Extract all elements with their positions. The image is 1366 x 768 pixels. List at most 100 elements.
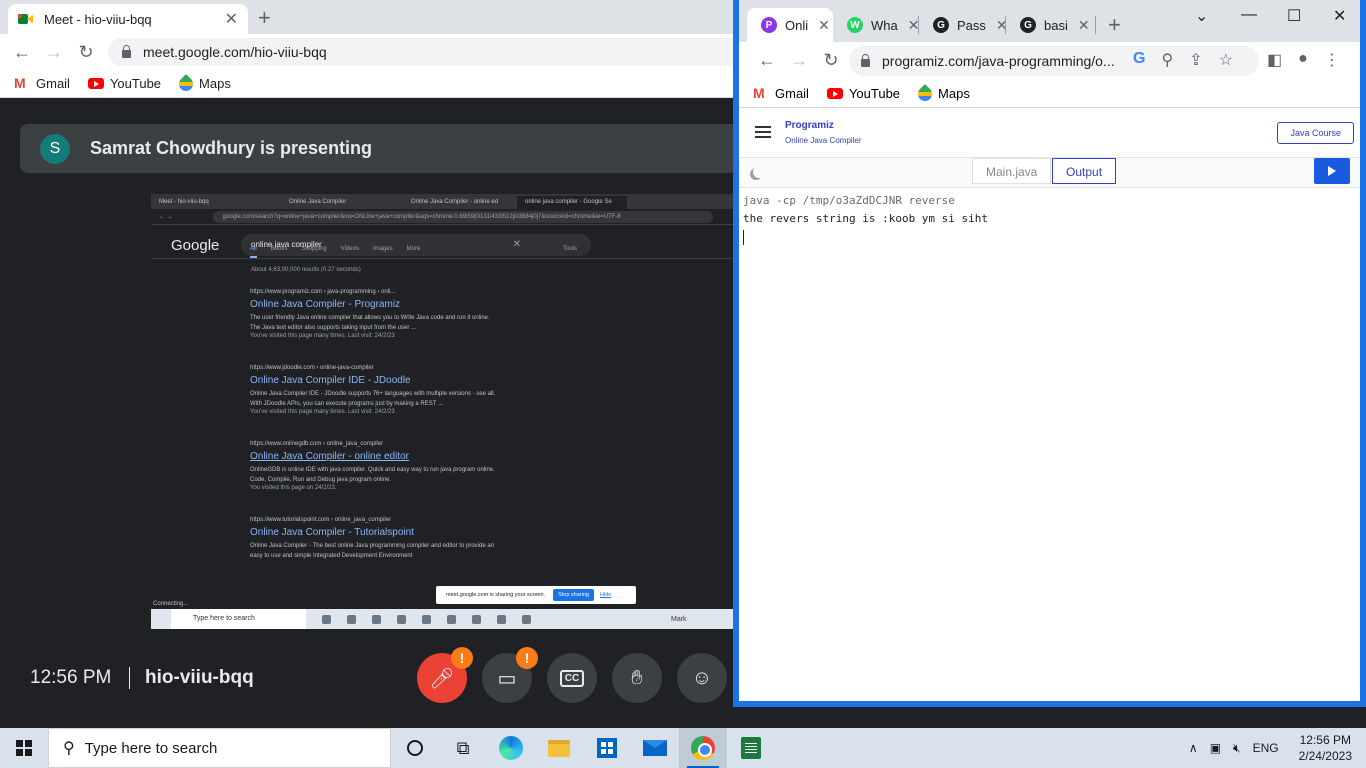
presenting-text: Samrat Chowdhury is presenting bbox=[90, 138, 373, 158]
maps-icon bbox=[176, 73, 196, 94]
file-explorer-button[interactable] bbox=[535, 728, 583, 768]
chrome-button[interactable] bbox=[679, 728, 727, 768]
bookmark-maps[interactable]: Maps bbox=[915, 83, 970, 104]
shared-tab: Meet - hio-viiu-bqq bbox=[159, 199, 209, 205]
zoom-icon[interactable]: ⚲ bbox=[1161, 50, 1173, 70]
tab-strip: P Onli ✕ W Wha ✕ G Pass ✕ G basi ✕ + ⌄ — ☐ ✕ bbox=[739, 0, 1360, 42]
run-button[interactable] bbox=[1314, 158, 1350, 184]
programiz-icon: P bbox=[761, 17, 777, 33]
share-icon[interactable]: ⇪ bbox=[1189, 50, 1202, 70]
google-logo: Google bbox=[171, 237, 220, 254]
captions-icon: CC bbox=[559, 669, 585, 687]
clear-icon: ✕ bbox=[512, 239, 521, 250]
tab-programiz[interactable]: P Onli ✕ bbox=[747, 8, 833, 42]
task-view-button[interactable]: ⧉ bbox=[439, 728, 487, 768]
network-icon[interactable]: ▣ bbox=[1210, 741, 1221, 755]
tab-github-basi[interactable]: G basi ✕ bbox=[1006, 8, 1090, 42]
language-indicator[interactable]: ENG bbox=[1253, 741, 1279, 755]
stop-sharing-button: Stop sharing bbox=[553, 589, 594, 601]
tab-github-pass[interactable]: G Pass ✕ bbox=[919, 8, 1008, 42]
bookmark-gmail[interactable]: Gmail bbox=[14, 75, 70, 92]
warning-badge: ! bbox=[451, 647, 473, 669]
hamburger-menu-icon[interactable] bbox=[755, 126, 771, 138]
toolbar: ← → ↻ meet.google.com/hio-viiu-bqq bbox=[0, 34, 733, 70]
windows-taskbar: ⚲ Type here to search ⧉ ∧ ▣ 🔇︎ ENG 12:56… bbox=[0, 728, 1366, 768]
mail-button[interactable] bbox=[631, 728, 679, 768]
bookmark-youtube[interactable]: YouTube bbox=[826, 86, 900, 101]
search-icon: ⚲ bbox=[63, 740, 75, 757]
new-tab-button[interactable]: + bbox=[1108, 12, 1121, 38]
text-cursor bbox=[743, 230, 744, 245]
tab-strip: Meet - hio-viiu-bqq ✕ + bbox=[0, 0, 733, 34]
lock-icon bbox=[861, 54, 870, 67]
cortana-icon bbox=[407, 740, 423, 756]
close-tab-icon[interactable]: ✕ bbox=[1078, 17, 1090, 34]
minimize-button[interactable]: — bbox=[1241, 6, 1257, 24]
tab-main-java[interactable]: Main.java bbox=[972, 158, 1052, 184]
tab-search-icon[interactable]: ⌄ bbox=[1195, 6, 1208, 26]
shared-tab: Online Java Compiler bbox=[289, 199, 347, 205]
profile-avatar-icon[interactable]: ● bbox=[1298, 50, 1308, 70]
connecting-status: Connecting... bbox=[151, 600, 191, 608]
bookmark-star-icon[interactable]: ☆ bbox=[1219, 50, 1233, 70]
bookmark-maps[interactable]: Maps bbox=[176, 73, 231, 94]
close-tab-icon[interactable]: ✕ bbox=[818, 17, 830, 34]
camera-toggle[interactable]: ▭ ! bbox=[482, 647, 538, 703]
back-button[interactable]: ← bbox=[6, 42, 38, 63]
google-lens-icon[interactable]: G bbox=[1133, 50, 1145, 70]
close-window-button[interactable]: ✕ bbox=[1333, 6, 1346, 26]
edge-icon bbox=[499, 736, 523, 760]
search-result: https://www.onlinegdb.com › online_java_… bbox=[250, 441, 495, 492]
taskbar-search[interactable]: ⚲ Type here to search bbox=[48, 728, 391, 768]
address-bar[interactable]: meet.google.com/hio-viiu-bqq bbox=[108, 38, 733, 66]
sheet-app-button[interactable] bbox=[727, 728, 775, 768]
raise-hand-button[interactable]: ✋︎ bbox=[612, 653, 662, 703]
tab-meet[interactable]: Meet - hio-viiu-bqq ✕ bbox=[8, 4, 248, 34]
output-console[interactable]: java -cp /tmp/o3aZdDCJNR reverse the rev… bbox=[743, 192, 988, 245]
store-button[interactable] bbox=[583, 728, 631, 768]
google-tools: Tools bbox=[563, 246, 578, 252]
close-tab-icon[interactable]: ✕ bbox=[225, 9, 238, 29]
windows-logo-icon bbox=[16, 740, 32, 756]
java-course-button[interactable]: Java Course bbox=[1277, 122, 1354, 144]
camera-off-icon: ▭ bbox=[497, 667, 517, 690]
store-icon bbox=[597, 738, 617, 758]
reactions-button[interactable]: ☺ bbox=[677, 653, 727, 703]
meet-stage: S Samrat Chowdhury is presenting Meet - … bbox=[0, 103, 733, 728]
tab-output[interactable]: Output bbox=[1052, 158, 1117, 184]
start-button[interactable] bbox=[0, 728, 48, 768]
warning-badge: ! bbox=[516, 647, 538, 669]
reload-button[interactable]: ↻ bbox=[70, 42, 102, 63]
bookmark-gmail[interactable]: Gmail bbox=[753, 85, 809, 102]
tab-title: Meet - hio-viiu-bqq bbox=[44, 11, 152, 27]
search-result: https://www.tutorialspoint.com › online_… bbox=[250, 517, 495, 559]
github-icon: G bbox=[933, 17, 949, 33]
programiz-logo[interactable]: Programiz bbox=[785, 120, 834, 131]
chevron-up-icon[interactable]: ∧ bbox=[1189, 741, 1198, 755]
system-tray: ∧ ▣ 🔇︎ ENG 12:56 PM 2/24/2023 bbox=[1189, 728, 1366, 768]
maximize-button[interactable]: ☐ bbox=[1287, 6, 1301, 26]
forward-button[interactable]: → bbox=[38, 42, 70, 63]
meeting-code: hio-viiu-bqq bbox=[145, 667, 254, 688]
captions-button[interactable]: CC bbox=[547, 653, 597, 703]
dark-mode-icon[interactable] bbox=[753, 166, 765, 178]
reload-button[interactable]: ↻ bbox=[815, 50, 847, 71]
edge-button[interactable] bbox=[487, 728, 535, 768]
cortana-button[interactable] bbox=[391, 728, 439, 768]
folder-icon bbox=[548, 739, 570, 757]
forward-button[interactable]: → bbox=[783, 50, 815, 71]
new-tab-button[interactable]: + bbox=[258, 5, 271, 31]
shared-screen: Meet - hio-viiu-bqq Online Java Compiler… bbox=[151, 194, 733, 629]
volume-muted-icon[interactable]: 🔇︎ bbox=[1233, 741, 1241, 756]
toolbar: ← → ↻ programiz.com/java-programming/o..… bbox=[739, 42, 1360, 80]
back-button[interactable]: ← bbox=[751, 50, 783, 71]
microphone-toggle[interactable]: 🎤︎ ! bbox=[417, 647, 473, 703]
bookmark-youtube[interactable]: YouTube bbox=[87, 76, 161, 91]
whatsapp-icon: W bbox=[847, 17, 863, 33]
clock[interactable]: 12:56 PM 2/24/2023 bbox=[1299, 732, 1352, 764]
menu-icon[interactable]: ⋮ bbox=[1324, 50, 1340, 70]
tab-whatsapp[interactable]: W Wha ✕ bbox=[833, 8, 919, 42]
github-icon: G bbox=[1020, 17, 1036, 33]
avatar: S bbox=[40, 133, 70, 164]
side-panel-icon[interactable]: ◧ bbox=[1267, 50, 1282, 70]
